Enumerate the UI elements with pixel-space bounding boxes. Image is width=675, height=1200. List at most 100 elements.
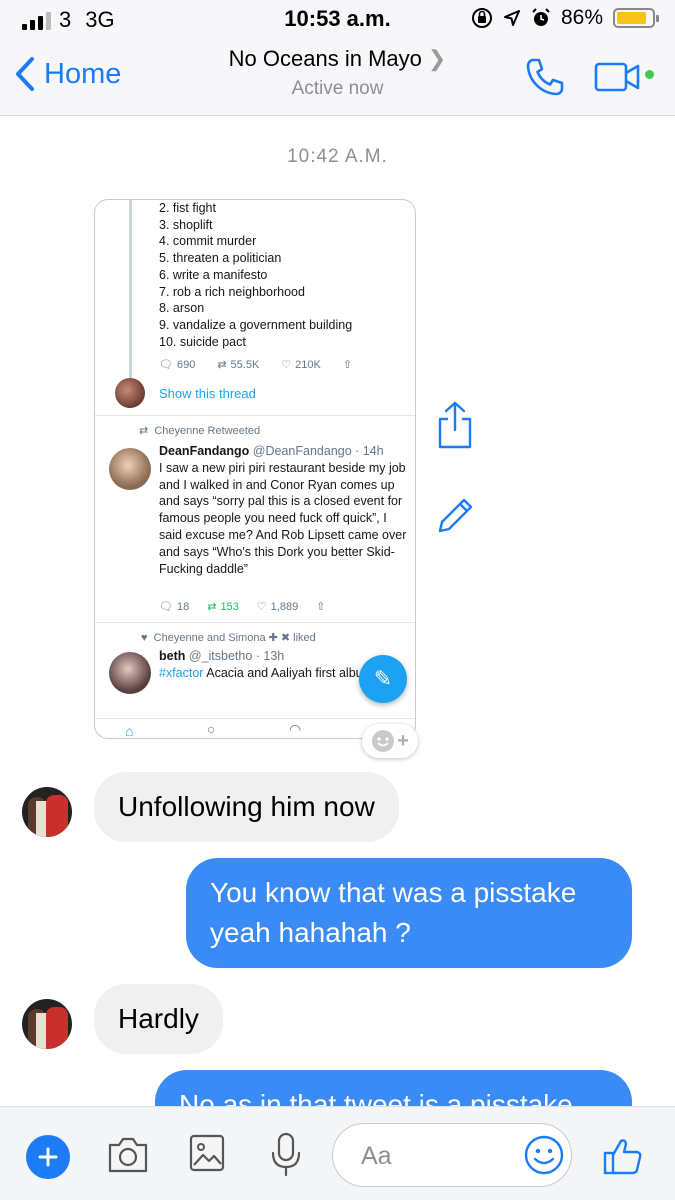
tweet-list-item: 2. fist fight bbox=[159, 201, 216, 215]
tweet2-avatar bbox=[109, 448, 151, 490]
retweet-action: ⇄ 55.5K bbox=[217, 358, 260, 372]
conversation-header: Home No Oceans in Mayo ❯ Active now bbox=[0, 38, 675, 116]
tweet-list-item: 6. write a manifesto bbox=[159, 267, 268, 282]
smiley-icon bbox=[372, 730, 395, 752]
tweet-list-item: 8. arson bbox=[159, 301, 205, 316]
orientation-lock-icon bbox=[471, 8, 492, 28]
reply-action: 🗨︎ 690 bbox=[159, 358, 196, 372]
liked-by: ♥ Cheyenne and Simona ✚ ✖ liked bbox=[141, 632, 316, 644]
status-right: 86% bbox=[471, 6, 659, 30]
show-thread-link: Show this thread bbox=[159, 386, 256, 401]
tweet-list-item: 4. commit murder bbox=[159, 234, 257, 249]
video-call-button[interactable] bbox=[594, 62, 642, 97]
divider bbox=[95, 622, 415, 623]
tweet2: DeanFandango @DeanFandango · 14h I saw a… bbox=[159, 443, 409, 577]
edit-button[interactable] bbox=[436, 492, 478, 539]
like-count: 210K bbox=[295, 358, 321, 371]
tweet3-handle: @_itsbetho · 13h bbox=[188, 649, 285, 663]
divider bbox=[95, 415, 415, 416]
composer-bar: Aa bbox=[0, 1106, 675, 1200]
message-timestamp: 10:42 A.M. bbox=[287, 146, 388, 167]
like-action: ♡ 1,889 bbox=[256, 600, 299, 614]
shared-screenshot-image[interactable]: 2. fist fight 3. shoplift 4. commit murder… bbox=[94, 199, 416, 739]
emoji-icon bbox=[524, 1135, 564, 1175]
battery-percent: 86% bbox=[560, 6, 603, 29]
like-count: 1,889 bbox=[270, 600, 299, 613]
retweet-count: 55.5K bbox=[230, 358, 260, 371]
message-input-placeholder: Aa bbox=[361, 1142, 392, 1170]
chevron-right-icon: ❯ bbox=[427, 46, 447, 71]
battery-icon bbox=[613, 8, 659, 28]
reply-icon: 🗨︎ bbox=[159, 601, 173, 613]
more-actions-button[interactable] bbox=[26, 1135, 70, 1179]
bell-icon: ◠ bbox=[289, 721, 302, 737]
compose-tweet-icon: ✎ bbox=[359, 655, 407, 703]
voice-call-button[interactable] bbox=[524, 56, 566, 103]
active-status: Active now bbox=[291, 78, 384, 99]
contact-avatar[interactable] bbox=[22, 999, 72, 1049]
tweet-list-item: 7. rob a rich neighborhood bbox=[159, 284, 305, 299]
status-bar: 3 3G 10:53 a.m. 86% bbox=[0, 0, 675, 38]
pencil-icon bbox=[438, 498, 473, 533]
tweet3-text: Acacia and Aaliyah first album bbox=[206, 666, 374, 680]
online-indicator bbox=[645, 70, 654, 79]
tweet1-actions: 🗨︎ 690 ⇄ 55.5K ♡ 210K ⇧ bbox=[159, 358, 352, 372]
retweet-icon: ⇄ bbox=[217, 359, 227, 371]
contact-name: No Oceans in Mayo bbox=[228, 46, 422, 71]
gallery-button[interactable] bbox=[188, 1133, 226, 1178]
tweet-list-item: 5. threaten a politician bbox=[159, 251, 282, 266]
tweet-list-item: 9. vandalize a government building bbox=[159, 317, 353, 332]
voice-message-button[interactable] bbox=[268, 1131, 304, 1184]
incoming-message[interactable]: Unfollowing him now bbox=[94, 772, 399, 842]
camera-icon bbox=[108, 1137, 148, 1173]
search-icon: ○ bbox=[207, 721, 216, 737]
alarm-icon bbox=[532, 8, 550, 26]
thread-line bbox=[129, 200, 132, 378]
reply-count: 18 bbox=[176, 600, 190, 613]
tweet2-text: I saw a new piri piri restaurant beside … bbox=[159, 460, 407, 576]
outgoing-message[interactable]: You know that was a pisstake yeah hahaha… bbox=[186, 858, 632, 968]
thumbs-up-icon bbox=[603, 1139, 642, 1175]
share-icon bbox=[438, 401, 472, 449]
tweet2-handle: @DeanFandango · 14h bbox=[252, 444, 384, 458]
contact-avatar[interactable] bbox=[22, 787, 72, 837]
liked-by-label: Cheyenne and Simona ✚ ✖ liked bbox=[153, 632, 316, 644]
add-reaction-button[interactable]: + bbox=[362, 724, 418, 758]
retweeted-by-label: Cheyenne Retweeted bbox=[154, 425, 261, 437]
share-button[interactable] bbox=[436, 400, 474, 455]
tweet2-name: DeanFandango bbox=[159, 444, 250, 458]
retweet-action: ⇄ 153 bbox=[207, 600, 239, 614]
tweet-list-item: 3. shoplift bbox=[159, 217, 213, 232]
emoji-button[interactable] bbox=[523, 1134, 565, 1181]
tweet1-avatar bbox=[115, 378, 145, 408]
incoming-message[interactable]: Hardly bbox=[94, 984, 223, 1054]
home-icon: ⌂ bbox=[125, 723, 134, 739]
video-camera-icon bbox=[594, 62, 640, 92]
plus-icon: + bbox=[397, 729, 409, 752]
share-icon: ⇧ bbox=[316, 601, 326, 613]
retweet-count: 153 bbox=[220, 600, 239, 613]
heart-icon: ♡ bbox=[256, 601, 267, 613]
tweet3-name: beth bbox=[159, 649, 186, 663]
tweet3-avatar bbox=[109, 652, 151, 694]
message-input[interactable]: Aa bbox=[332, 1123, 572, 1187]
gallery-icon bbox=[189, 1134, 225, 1172]
microphone-icon bbox=[271, 1132, 301, 1177]
retweeted-by: ⇄ Cheyenne Retweeted bbox=[139, 425, 261, 437]
retweet-icon: ⇄ bbox=[207, 601, 217, 613]
tweet2-actions: 🗨︎ 18 ⇄ 153 ♡ 1,889 ⇧ bbox=[159, 600, 326, 614]
tweet3-hashtag: #xfactor bbox=[159, 666, 204, 680]
reply-action: 🗨︎ 18 bbox=[159, 600, 190, 614]
like-button[interactable] bbox=[602, 1135, 644, 1182]
plus-icon bbox=[38, 1147, 58, 1167]
like-action: ♡ 210K bbox=[281, 358, 321, 372]
phone-icon bbox=[526, 58, 564, 96]
camera-button[interactable] bbox=[106, 1135, 150, 1180]
conversation-title[interactable]: No Oceans in Mayo ❯ bbox=[0, 46, 675, 72]
location-icon bbox=[503, 10, 520, 26]
heart-icon: ♡ bbox=[281, 359, 292, 371]
tweet-list-item: 10. suicide pact bbox=[159, 334, 246, 349]
reply-icon: 🗨︎ bbox=[159, 359, 173, 371]
reply-count: 690 bbox=[176, 358, 196, 371]
tweet-list: 2. fist fight 3. shoplift 4. commit murder… bbox=[159, 200, 352, 350]
